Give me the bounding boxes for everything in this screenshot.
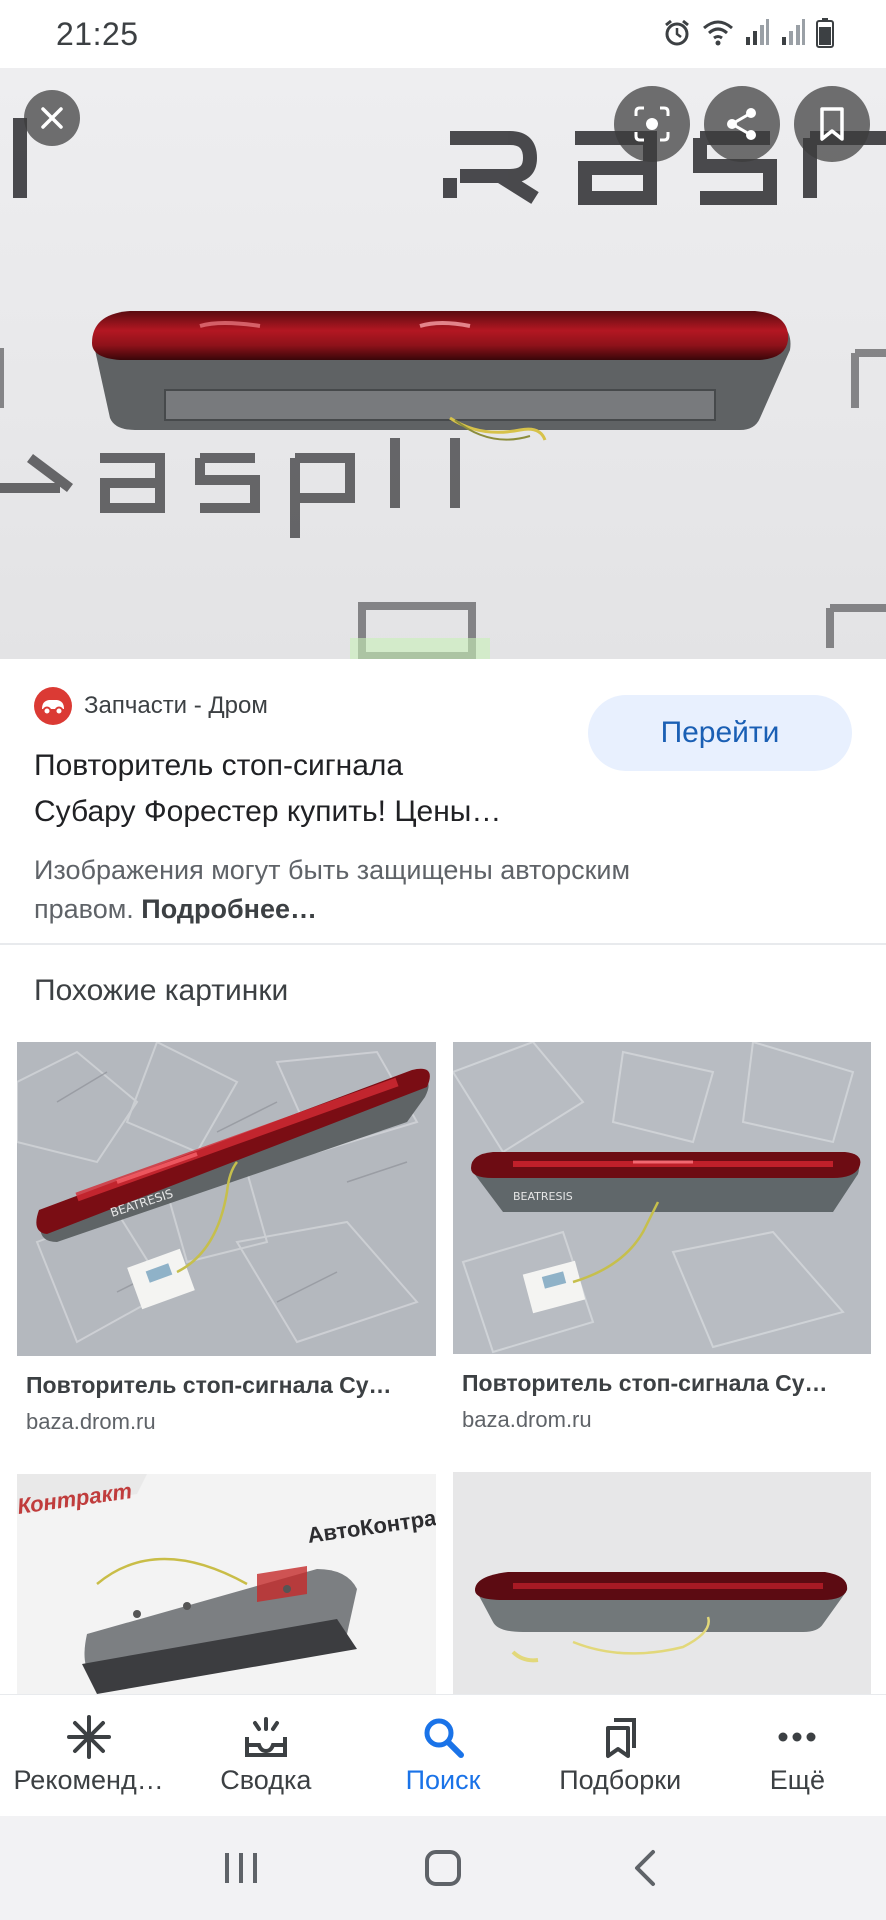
svg-text:BEATRESIS: BEATRESIS bbox=[513, 1190, 573, 1203]
system-navigation-bar bbox=[0, 1816, 886, 1920]
source-row[interactable]: Запчасти - Дром bbox=[34, 687, 268, 725]
lens-button[interactable] bbox=[614, 86, 690, 162]
status-bar: 21:25 bbox=[0, 0, 886, 68]
home-button[interactable] bbox=[413, 1838, 473, 1898]
wifi-icon bbox=[702, 19, 734, 47]
similar-image-title: Повторитель стоп-сигнала Су… bbox=[462, 1370, 828, 1396]
status-icons bbox=[662, 18, 834, 48]
copyright-text: Изображения могут быть защищены авторски… bbox=[34, 855, 631, 885]
result-title-line: Повторитель стоп-сигнала bbox=[34, 749, 404, 782]
bookmark-button[interactable] bbox=[794, 86, 870, 162]
divider bbox=[0, 943, 886, 945]
nav-label: Ещё bbox=[769, 1765, 826, 1795]
back-button[interactable] bbox=[615, 1838, 675, 1898]
similar-image-caption[interactable]: Повторитель стоп-сигнала Су… baza.drom.r… bbox=[462, 1370, 882, 1433]
brake-light-photo: BEATRESIS bbox=[17, 1042, 436, 1356]
bottom-navigation: Рекоменд… Сводка Поиск Подборки Ещё bbox=[0, 1694, 886, 1816]
nav-item-summary[interactable]: Сводка bbox=[177, 1695, 354, 1816]
signal-icon bbox=[780, 19, 806, 47]
nav-item-recommendations[interactable]: Рекоменд… bbox=[0, 1695, 177, 1816]
result-info: Запчасти - Дром Перейти Повторитель стоп… bbox=[0, 659, 886, 944]
status-time: 21:25 bbox=[56, 16, 139, 52]
nav-label: Поиск bbox=[405, 1765, 481, 1795]
brake-light-photo: BEATRESIS bbox=[453, 1042, 871, 1354]
back-icon bbox=[635, 1850, 655, 1886]
search-icon bbox=[421, 1713, 465, 1761]
nav-label: Сводка bbox=[220, 1765, 312, 1795]
more-icon bbox=[777, 1713, 817, 1761]
share-icon bbox=[727, 108, 756, 140]
close-button[interactable] bbox=[24, 90, 80, 146]
nav-label: Подборки bbox=[559, 1765, 682, 1795]
copyright-notice: Изображения могут быть защищены авторски… bbox=[34, 851, 834, 929]
nav-item-collections[interactable]: Подборки bbox=[532, 1695, 709, 1816]
hero-image[interactable] bbox=[0, 68, 886, 659]
alarm-icon bbox=[662, 18, 692, 48]
inbox-icon bbox=[243, 1713, 289, 1761]
similar-image-domain: baza.drom.ru bbox=[462, 1407, 592, 1432]
drom-logo-icon bbox=[34, 687, 72, 725]
nav-item-more[interactable]: Ещё bbox=[709, 1695, 886, 1816]
result-title[interactable]: Повторитель стоп-сигнала Субару Форестер… bbox=[34, 743, 574, 835]
bookmark-icon bbox=[820, 107, 844, 141]
asterisk-icon bbox=[66, 1713, 111, 1761]
collections-icon bbox=[600, 1713, 640, 1761]
recent-apps-button[interactable] bbox=[211, 1838, 271, 1898]
nav-item-search[interactable]: Поиск bbox=[354, 1695, 531, 1816]
hero-actions bbox=[614, 86, 870, 162]
learn-more-link[interactable]: Подробнее… bbox=[141, 894, 317, 924]
copyright-text: правом. bbox=[34, 894, 134, 924]
similar-image-thumbnail[interactable]: BEATRESIS bbox=[17, 1042, 436, 1356]
share-button[interactable] bbox=[704, 86, 780, 162]
recent-apps-icon bbox=[225, 1853, 257, 1883]
similar-image-caption[interactable]: Повторитель стоп-сигнала Су… baza.drom.r… bbox=[26, 1372, 446, 1435]
home-icon bbox=[425, 1850, 461, 1886]
lens-icon bbox=[634, 106, 670, 142]
similar-image-thumbnail[interactable]: Контракт АвтоКонтра bbox=[17, 1474, 436, 1694]
go-to-site-button[interactable]: Перейти bbox=[588, 695, 852, 771]
similar-image-title: Повторитель стоп-сигнала Су… bbox=[26, 1372, 392, 1398]
similar-image-domain: baza.drom.ru bbox=[26, 1409, 156, 1434]
battery-icon bbox=[816, 18, 834, 48]
similar-image-thumbnail[interactable] bbox=[453, 1472, 871, 1694]
brake-light-photo bbox=[453, 1472, 871, 1694]
close-icon bbox=[41, 107, 63, 129]
similar-image-thumbnail[interactable]: BEATRESIS bbox=[453, 1042, 871, 1354]
source-name: Запчасти - Дром bbox=[84, 692, 268, 719]
nav-label: Рекоменд… bbox=[13, 1765, 164, 1795]
similar-images-heading: Похожие картинки bbox=[34, 974, 289, 1007]
result-title-line: Субару Форестер купить! Цены… bbox=[34, 795, 502, 828]
signal-icon bbox=[744, 19, 770, 47]
